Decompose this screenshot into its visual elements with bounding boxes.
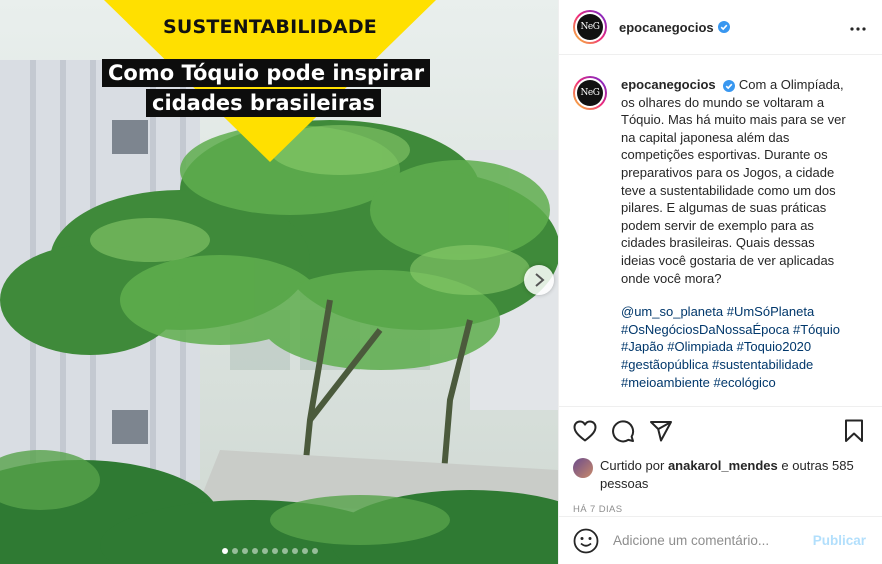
next-slide-button[interactable]: [524, 265, 554, 295]
caption-area: NeG epocanegocios Com a Olimpíada, os ol…: [559, 56, 882, 406]
carousel-dot: [282, 548, 288, 554]
caption-avatar[interactable]: NeG: [573, 76, 607, 110]
caption-text: epocanegocios Com a Olimpíada, os olhare…: [621, 76, 846, 406]
post-side-panel: NeG epocanegocios NeG epocanegocios Com …: [558, 0, 882, 564]
liker-avatar[interactable]: [573, 458, 593, 478]
chevron-right-icon: [535, 273, 545, 287]
caption-username[interactable]: epocanegocios: [621, 77, 716, 92]
hashtag-link[interactable]: #gestãopública: [621, 357, 708, 372]
more-options-button[interactable]: [850, 18, 866, 36]
comment-icon: [612, 420, 635, 443]
headline-line-2: cidades brasileiras: [146, 89, 381, 117]
share-icon: [650, 421, 672, 442]
carousel-dots: [0, 548, 540, 554]
hashtag-link[interactable]: #Olimpiada: [667, 339, 733, 354]
heart-icon: [573, 420, 597, 442]
hashtag-list: @um_so_planeta #UmSóPlaneta #OsNegóciosD…: [621, 303, 846, 391]
post-header: NeG epocanegocios: [559, 0, 882, 55]
caption-body: Com a Olimpíada, os olhares do mundo se …: [621, 77, 846, 286]
smiley-icon: [573, 528, 599, 553]
carousel-dot: [292, 548, 298, 554]
carousel-dot: [302, 548, 308, 554]
verified-badge-icon: [717, 21, 730, 33]
like-button[interactable]: [573, 419, 597, 443]
likes-summary: Curtido por anakarol_mendes e outras 585…: [573, 457, 866, 492]
carousel-dot: [222, 548, 228, 554]
carousel-dot: [242, 548, 248, 554]
liker-username[interactable]: anakarol_mendes: [668, 458, 778, 473]
publish-button[interactable]: Publicar: [813, 533, 866, 548]
post-actions: Curtido por anakarol_mendes e outras 585…: [559, 406, 882, 515]
likes-text[interactable]: Curtido por anakarol_mendes e outras 585…: [600, 457, 866, 492]
hashtag-link[interactable]: #sustentabilidade: [712, 357, 813, 372]
hashtag-link[interactable]: #Toquio2020: [737, 339, 811, 354]
author-avatar[interactable]: NeG: [573, 10, 607, 44]
post-image[interactable]: SUSTENTABILIDADE Como Tóquio pode inspir…: [0, 0, 558, 564]
hashtag-link[interactable]: #ecológico: [714, 375, 776, 390]
carousel-dot: [262, 548, 268, 554]
post-timestamp[interactable]: HÁ 7 DIAS: [573, 504, 866, 515]
hashtag-link[interactable]: #UmSóPlaneta: [727, 304, 814, 319]
hashtag-link[interactable]: #meioambiente: [621, 375, 710, 390]
verified-badge-icon: [723, 79, 736, 92]
carousel-dot: [252, 548, 258, 554]
save-button[interactable]: [842, 419, 866, 443]
comment-button[interactable]: [611, 419, 635, 443]
carousel-dot: [232, 548, 238, 554]
hashtag-link[interactable]: #Japão: [621, 339, 664, 354]
emoji-button[interactable]: [573, 528, 599, 554]
hashtag-link[interactable]: #Tóquio: [793, 322, 840, 337]
author-username[interactable]: epocanegocios: [619, 20, 714, 35]
avatar-logo-text: NeG: [577, 80, 603, 106]
carousel-dot: [272, 548, 278, 554]
headline-line-1: Como Tóquio pode inspirar: [102, 59, 431, 87]
hashtag-link[interactable]: #OsNegóciosDaNossaÉpoca: [621, 322, 789, 337]
comment-input[interactable]: [613, 533, 813, 548]
share-button[interactable]: [649, 419, 673, 443]
bookmark-icon: [845, 419, 863, 442]
category-tag: SUSTENTABILIDADE: [163, 16, 377, 38]
avatar-logo-text: NeG: [577, 14, 603, 40]
action-icon-row: [573, 417, 866, 445]
carousel-dot: [312, 548, 318, 554]
hashtag-link[interactable]: @um_so_planeta: [621, 304, 723, 319]
likes-prefix: Curtido por: [600, 458, 665, 473]
ellipsis-icon: [850, 27, 866, 31]
comment-bar: Publicar: [559, 516, 882, 564]
